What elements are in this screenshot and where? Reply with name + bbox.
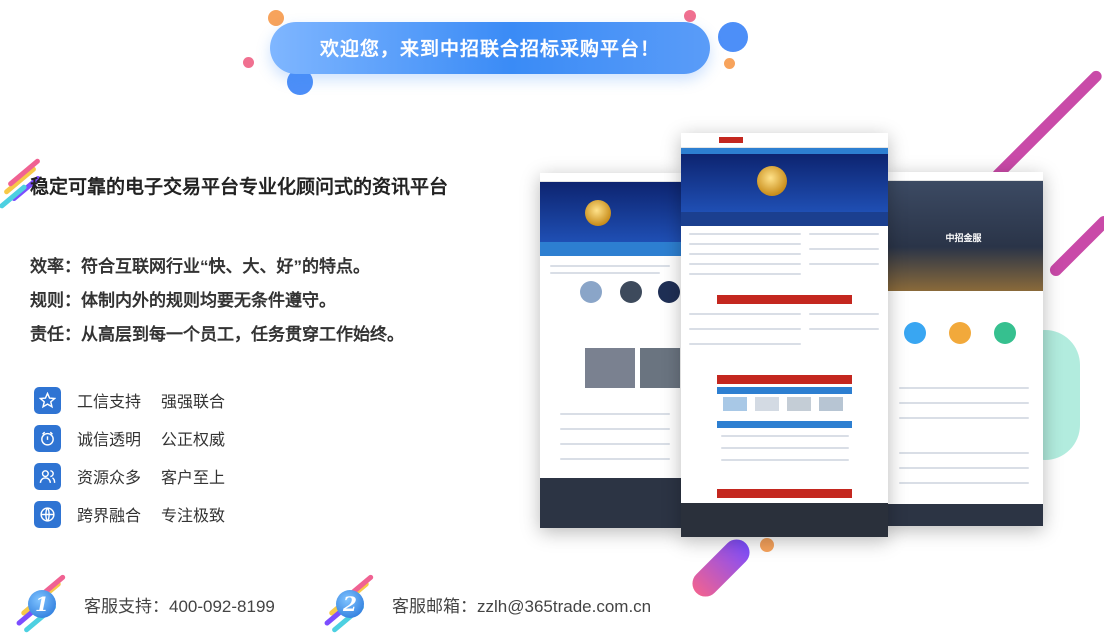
platform-headline: 稳定可靠的电子交易平台专业化顾问式的资讯平台 [30, 177, 449, 198]
decor-stroke [1047, 213, 1104, 279]
feature-item: 跨界融合 专注极致 [34, 495, 225, 533]
decor-dot [684, 10, 696, 22]
feature-label-2: 客户至上 [161, 470, 226, 487]
clock-icon [34, 424, 61, 452]
decor-dot [243, 57, 254, 68]
badge-number: 1 [28, 590, 56, 618]
feature-label-2: 强强联合 [161, 394, 226, 411]
features-list: 工信支持 强强联合 诚信透明 公正权威 资源众多 客户至上 跨界融合 专注极致 [34, 381, 225, 533]
screenshot-right: 中招金服 [884, 172, 1043, 526]
feature-item: 资源众多 客户至上 [34, 457, 225, 495]
decor-stroke [990, 68, 1104, 183]
screenshot-left [540, 173, 682, 528]
right-shot-title: 中招金服 [945, 233, 982, 243]
feature-label-2: 专注极致 [161, 508, 226, 525]
principle-efficiency: 效率：符合互联网行业“快、大、好”的特点。 [30, 257, 370, 276]
principle-responsibility: 责任：从高层到每一个员工，任务贯穿工作始终。 [30, 325, 404, 344]
decor-dot [268, 10, 284, 26]
contact-phone: 1 客服支持：400-092-8199 [10, 573, 275, 634]
decor-dot [718, 22, 748, 52]
phone-support-text: 客服支持：400-092-8199 [84, 596, 275, 616]
principles-list: 效率：符合互联网行业“快、大、好”的特点。 规则：体制内外的规则均要无条件遵守。… [30, 250, 404, 352]
feature-label: 跨界融合 [77, 508, 142, 525]
decor-dot [760, 538, 774, 552]
feature-label: 资源众多 [77, 470, 142, 487]
badge-2: 2 [318, 573, 380, 634]
users-icon [34, 462, 61, 490]
principle-rules: 规则：体制内外的规则均要无条件遵守。 [30, 291, 336, 310]
feature-item: 诚信透明 公正权威 [34, 419, 225, 457]
globe-icon [34, 500, 61, 528]
badge-number: 2 [336, 590, 364, 618]
feature-label: 诚信透明 [77, 432, 142, 449]
decor-dot [724, 58, 735, 69]
feature-item: 工信支持 强强联合 [34, 381, 225, 419]
decor-stroke [687, 534, 755, 602]
email-support-text: 客服邮箱：zzlh@365trade.com.cn [392, 596, 652, 616]
star-icon [34, 386, 61, 414]
badge-1: 1 [10, 573, 72, 634]
contact-email: 2 客服邮箱：zzlh@365trade.com.cn [318, 573, 652, 634]
feature-label: 工信支持 [77, 394, 142, 411]
screenshot-center [681, 133, 888, 537]
feature-label-2: 公正权威 [161, 432, 226, 449]
welcome-text: 欢迎您，来到中招联合招标采购平台！ [319, 39, 660, 60]
welcome-banner: 欢迎您，来到中招联合招标采购平台！ [270, 22, 710, 74]
